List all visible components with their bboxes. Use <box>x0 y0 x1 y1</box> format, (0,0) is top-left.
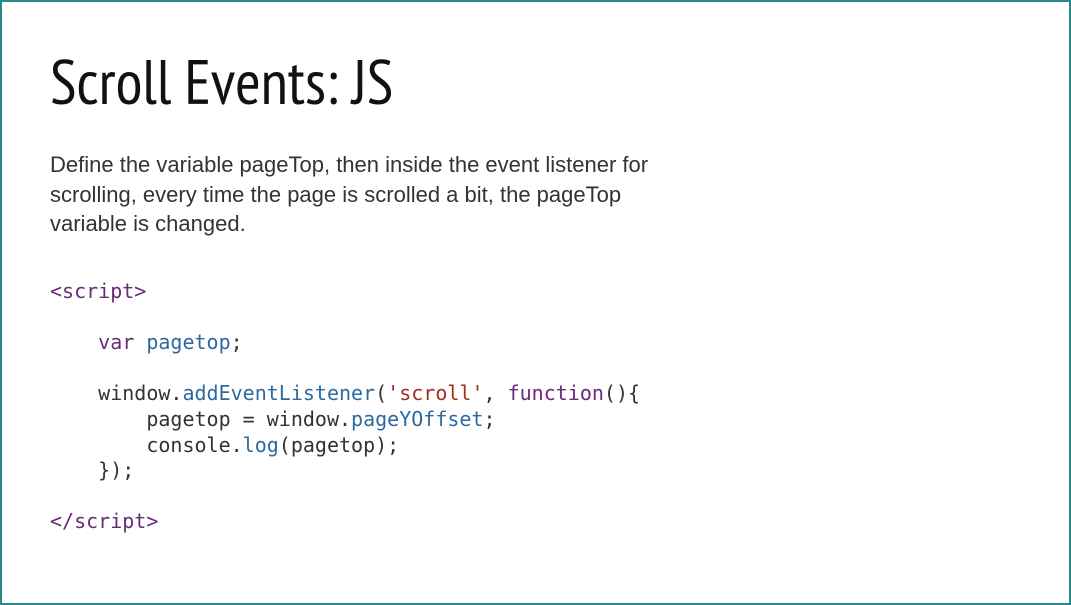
code-add-event-listener: addEventListener <box>182 381 375 405</box>
code-assign-left: pagetop = window. <box>146 407 351 431</box>
slide-container: Scroll Events: JS Define the variable pa… <box>0 0 1071 605</box>
code-log-args: (pagetop); <box>279 433 399 457</box>
code-block-open: (){ <box>604 381 640 405</box>
code-pageyoffset: pageYOffset <box>351 407 483 431</box>
code-string-scroll: 'scroll' <box>387 381 483 405</box>
code-keyword-function: function <box>508 381 604 405</box>
code-close-tag: </script> <box>50 509 158 533</box>
code-block-close: }); <box>98 458 134 482</box>
code-var-pagetop: pagetop <box>146 330 230 354</box>
code-block: <script> var pagetop; window.addEventLis… <box>50 279 1021 535</box>
code-dot: . <box>170 381 182 405</box>
code-console: console. <box>146 433 242 457</box>
code-keyword-var: var <box>98 330 134 354</box>
code-semicolon: ; <box>483 407 495 431</box>
code-space <box>134 330 146 354</box>
code-paren: ( <box>375 381 387 405</box>
slide-title: Scroll Events: JS <box>50 42 1021 122</box>
code-open-tag: <script> <box>50 279 146 303</box>
code-window: window <box>98 381 170 405</box>
code-log: log <box>243 433 279 457</box>
slide-description: Define the variable pageTop, then inside… <box>50 150 690 239</box>
code-comma: , <box>484 381 508 405</box>
code-semicolon: ; <box>231 330 243 354</box>
